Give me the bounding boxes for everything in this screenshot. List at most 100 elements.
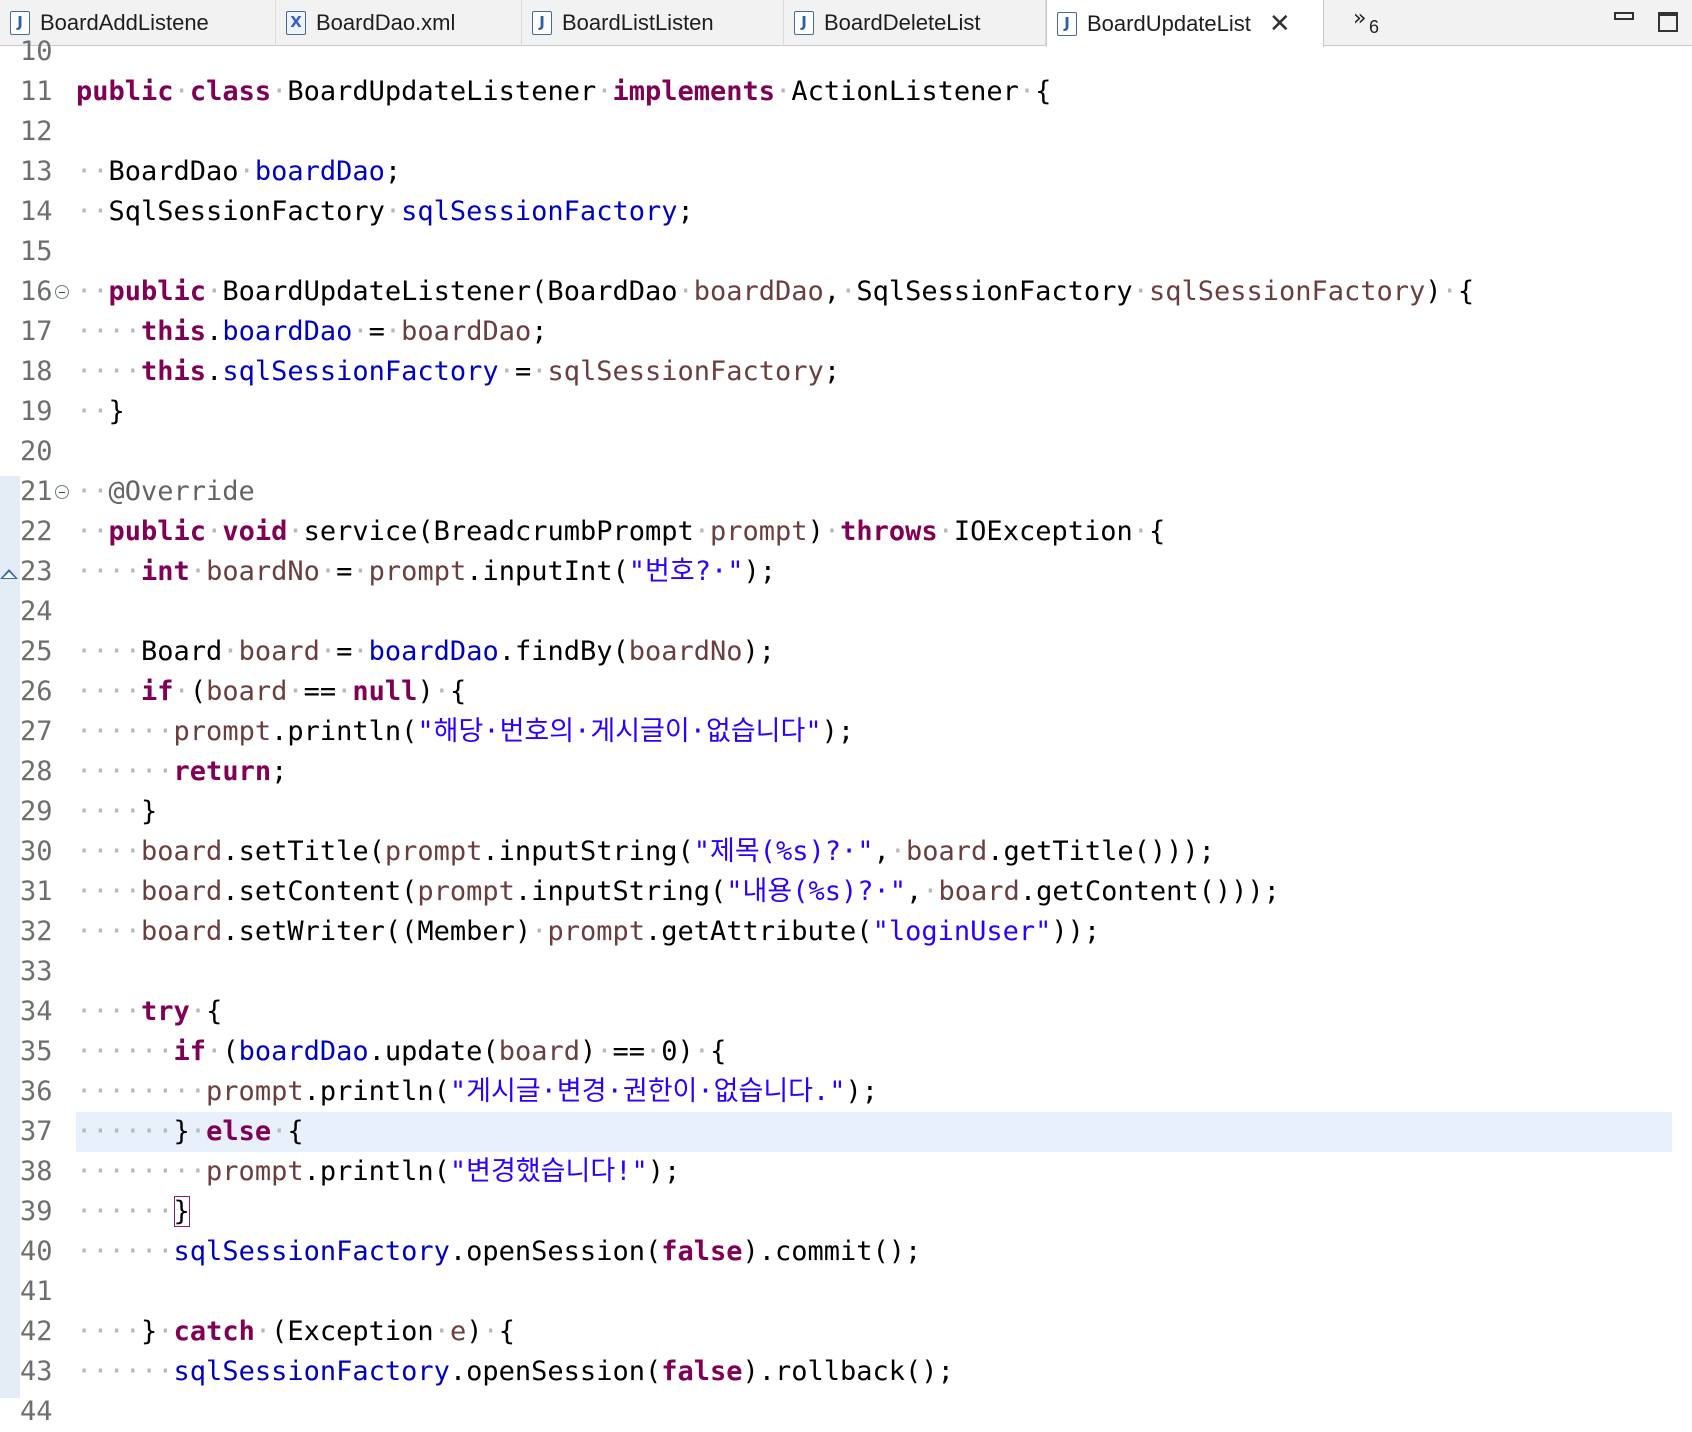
- code-token: class: [189, 76, 272, 107]
- code-line[interactable]: ··BoardDao·boardDao;: [76, 152, 1672, 192]
- line-number-gutter: 10 11 12 13 14 15 16 17 18 19 20 21 22 23 24 25 26 27 28 29…: [20, 32, 76, 1432]
- code-line[interactable]: ······if·(boardDao.update(board)·==·0)·{: [76, 1032, 1672, 1072]
- code-line[interactable]: ··SqlSessionFactory·sqlSessionFactory;: [76, 192, 1672, 232]
- code-token: ·: [254, 1316, 272, 1347]
- code-token: }: [173, 1196, 190, 1227]
- code-line[interactable]: ··}: [76, 392, 1672, 432]
- line-number: 35: [20, 1036, 53, 1067]
- code-token: (Exception: [271, 1316, 434, 1347]
- code-line[interactable]: ····if·(board·==·null)·{: [76, 672, 1672, 712]
- code-token: .findBy(: [498, 636, 629, 667]
- code-token: ·: [336, 676, 353, 707]
- code-token: this: [141, 356, 207, 387]
- code-token: boardDao: [368, 636, 499, 667]
- code-token: .: [206, 356, 223, 387]
- code-token: }: [173, 1116, 190, 1147]
- code-line[interactable]: ····}·catch·(Exception·e)·{: [76, 1312, 1672, 1352]
- line-number: 16: [20, 272, 76, 312]
- code-token: sqlSessionFactory: [173, 1356, 450, 1387]
- fold-collapse-icon[interactable]: [55, 485, 69, 499]
- code-token: .openSession(: [449, 1236, 662, 1267]
- code-line[interactable]: ····board.setContent(prompt.inputString(…: [76, 872, 1672, 912]
- code-line[interactable]: ····board.setWriter((Member)·prompt.getA…: [76, 912, 1672, 952]
- code-token: prompt: [710, 516, 808, 547]
- code-token: ·: [596, 1036, 613, 1067]
- code-line[interactable]: [76, 32, 1672, 72]
- code-line[interactable]: ····int·boardNo·=·prompt.inputInt("번호?·"…: [76, 552, 1672, 592]
- code-token: "변경했습니다!": [449, 1156, 648, 1187]
- code-token: ········: [76, 1156, 207, 1187]
- code-token: .: [206, 316, 223, 347]
- code-token: sqlSessionFactory: [173, 1236, 450, 1267]
- code-token: ;: [531, 316, 548, 347]
- code-token: ));: [1051, 916, 1101, 947]
- code-line[interactable]: ··@Override: [76, 472, 1672, 512]
- override-marker-icon[interactable]: [0, 569, 18, 579]
- code-line[interactable]: ······sqlSessionFactory.openSession(fals…: [76, 1232, 1672, 1272]
- code-editor[interactable]: 10 11 12 13 14 15 16 17 18 19 20 21 22 23 24 25 26 27 28 29…: [0, 36, 1692, 1427]
- code-line[interactable]: ········prompt.println("게시글·변경·권한이·없습니다.…: [76, 1072, 1672, 1112]
- line-number: 38: [20, 1156, 53, 1187]
- minimize-icon[interactable]: [1614, 12, 1634, 20]
- code-line[interactable]: ······sqlSessionFactory.openSession(fals…: [76, 1352, 1672, 1392]
- line-number: 17: [20, 316, 53, 347]
- code-line[interactable]: [76, 952, 1672, 992]
- code-token: prompt: [368, 556, 467, 587]
- code-token: @Override: [108, 476, 255, 507]
- code-token: ·: [287, 676, 304, 707]
- line-number: 34: [20, 996, 53, 1027]
- code-line[interactable]: [76, 1392, 1672, 1432]
- code-token: {: [1035, 76, 1052, 107]
- code-line[interactable]: ······}: [76, 1192, 1672, 1232]
- code-area[interactable]: public·class·BoardUpdateListener·impleme…: [76, 32, 1672, 1432]
- code-line[interactable]: ··public·void·service(BreadcrumbPrompt·p…: [76, 512, 1672, 552]
- code-line[interactable]: ····Board·board·=·boardDao.findBy(boardN…: [76, 632, 1672, 672]
- code-token: ;: [271, 756, 288, 787]
- code-line[interactable]: ········prompt.println("변경했습니다!");: [76, 1152, 1672, 1192]
- code-token: ·: [384, 196, 402, 227]
- code-token: );: [845, 1076, 879, 1107]
- code-line[interactable]: ····try·{: [76, 992, 1672, 1032]
- code-token: ·: [596, 76, 613, 107]
- code-token: ==: [303, 676, 337, 707]
- code-token: null: [352, 676, 418, 707]
- code-token: boardDao: [222, 316, 353, 347]
- code-line[interactable]: ··public·BoardUpdateListener(BoardDao·bo…: [76, 272, 1672, 312]
- code-token: ·: [222, 636, 239, 667]
- tab-overflow-chevron-icon[interactable]: »: [1353, 6, 1366, 31]
- code-token: ····: [76, 636, 142, 667]
- code-line[interactable]: ······}·else·{: [76, 1112, 1672, 1152]
- code-line[interactable]: ····this.sqlSessionFactory·=·sqlSessionF…: [76, 352, 1672, 392]
- code-line[interactable]: ····}: [76, 792, 1672, 832]
- code-line[interactable]: ······return;: [76, 752, 1672, 792]
- code-token: .setWriter((Member): [222, 916, 532, 947]
- code-token: catch: [173, 1316, 255, 1347]
- line-number: 25: [20, 636, 53, 667]
- code-token: board: [238, 636, 320, 667]
- code-line[interactable]: public·class·BoardUpdateListener·impleme…: [76, 72, 1672, 112]
- line-number: 21: [20, 472, 76, 512]
- code-line[interactable]: [76, 432, 1672, 472]
- code-line[interactable]: ······prompt.println("해당·번호의·게시글이·없습니다")…: [76, 712, 1672, 752]
- code-token: (: [189, 676, 207, 707]
- line-number: 15: [20, 236, 53, 267]
- code-line[interactable]: [76, 592, 1672, 632]
- code-line[interactable]: [76, 1272, 1672, 1312]
- code-token: .openSession(: [449, 1356, 662, 1387]
- code-token: else: [206, 1116, 272, 1147]
- maximize-icon[interactable]: [1658, 12, 1678, 32]
- code-token: ····: [76, 556, 142, 587]
- code-token: {: [498, 1316, 515, 1347]
- code-token: ······: [76, 1196, 174, 1227]
- code-token: board: [141, 836, 223, 867]
- fold-collapse-icon[interactable]: [55, 285, 69, 299]
- code-line[interactable]: [76, 112, 1672, 152]
- code-token: "번호?·": [628, 556, 744, 587]
- code-token: ········: [76, 1076, 207, 1107]
- code-token: =: [514, 356, 532, 387]
- code-token: ····: [76, 796, 142, 827]
- code-token: ,: [823, 276, 841, 307]
- code-line[interactable]: [76, 232, 1672, 272]
- code-line[interactable]: ····board.setTitle(prompt.inputString("제…: [76, 832, 1672, 872]
- code-line[interactable]: ····this.boardDao·=·boardDao;: [76, 312, 1672, 352]
